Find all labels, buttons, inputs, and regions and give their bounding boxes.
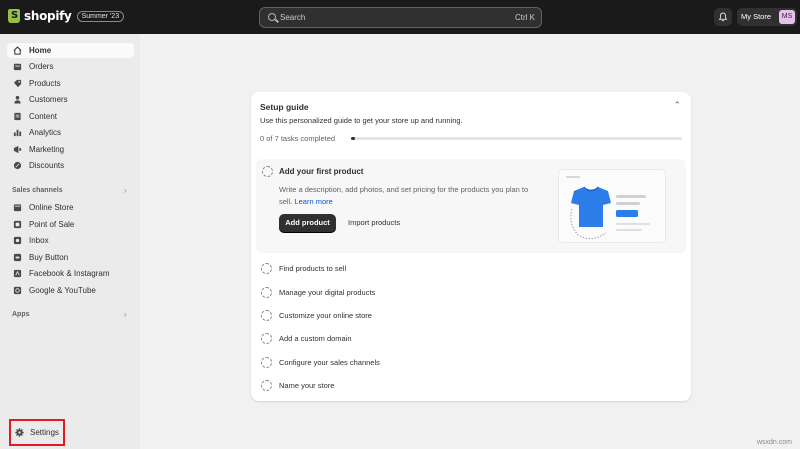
inbox-icon bbox=[13, 236, 22, 245]
task-row[interactable]: Add a custom domain bbox=[261, 331, 352, 345]
facebook-instagram-icon bbox=[13, 269, 22, 278]
products-icon bbox=[13, 79, 22, 88]
sidebar-item-label: Point of Sale bbox=[29, 220, 75, 229]
sidebar-item-content[interactable]: Content bbox=[7, 109, 134, 124]
sidebar-item-label: Google & YouTube bbox=[29, 286, 96, 295]
task-row[interactable]: Name your store bbox=[261, 378, 334, 392]
add-product-button[interactable]: Add product bbox=[279, 214, 336, 232]
sales-channels-heading[interactable]: Sales channels bbox=[12, 187, 63, 194]
learn-more-link[interactable]: Learn more bbox=[294, 197, 332, 206]
sidebar-item-marketing[interactable]: Marketing bbox=[7, 142, 134, 157]
customers-icon bbox=[14, 95, 21, 104]
import-products-button[interactable]: Import products bbox=[348, 218, 400, 227]
chevron-right-icon[interactable]: › bbox=[124, 186, 127, 195]
home-icon bbox=[13, 46, 22, 55]
task-label: Find products to sell bbox=[279, 263, 347, 273]
chevron-right-icon[interactable]: › bbox=[124, 310, 127, 319]
card-title: Setup guide bbox=[260, 102, 309, 112]
progress-bar bbox=[351, 137, 682, 140]
card-subtitle: Use this personalized guide to get your … bbox=[260, 116, 463, 125]
notifications-button[interactable] bbox=[714, 8, 732, 26]
sidebar-item-buy-button[interactable]: Buy Button bbox=[7, 250, 134, 265]
sidebar-item-orders[interactable]: Orders bbox=[7, 59, 134, 74]
sidebar-item-label: Analytics bbox=[29, 128, 62, 137]
sidebar-item-label: Online Store bbox=[29, 203, 74, 212]
edition-badge: Summer '23 bbox=[76, 10, 125, 22]
task-label: Add a custom domain bbox=[279, 333, 352, 343]
sidebar-item-label: Home bbox=[29, 46, 52, 55]
task-checkbox[interactable] bbox=[261, 286, 272, 298]
task-label: Customize your online store bbox=[279, 310, 372, 320]
chevron-up-icon[interactable]: ⌃ bbox=[673, 100, 681, 111]
task-checkbox[interactable] bbox=[261, 379, 272, 391]
task-row[interactable]: Manage your digital products bbox=[261, 285, 375, 299]
sidebar-item-customers[interactable]: Customers bbox=[7, 92, 134, 107]
sidebar-item-label: Discounts bbox=[29, 161, 65, 170]
task-description: Write a description, add photos, and set… bbox=[279, 184, 539, 208]
search-shortcut: Ctrl K bbox=[515, 13, 535, 22]
bell-icon bbox=[718, 12, 728, 22]
gear-icon bbox=[15, 428, 24, 437]
task-label: Name your store bbox=[279, 380, 335, 390]
task-checkbox[interactable] bbox=[261, 262, 272, 274]
task-checkbox[interactable] bbox=[261, 309, 272, 321]
task-row[interactable]: Customize your online store bbox=[261, 308, 372, 322]
task-label: Manage your digital products bbox=[279, 287, 376, 297]
product-illustration bbox=[558, 169, 666, 243]
task-checkbox[interactable] bbox=[261, 332, 272, 344]
sidebar-item-label: Facebook & Instagram bbox=[29, 269, 110, 278]
sidebar-item-discounts[interactable]: Discounts bbox=[7, 158, 134, 173]
progress-fill bbox=[351, 137, 355, 140]
sidebar-item-analytics[interactable]: Analytics bbox=[7, 125, 134, 140]
online-store-icon bbox=[13, 204, 22, 212]
sidebar-item-label: Marketing bbox=[29, 145, 65, 154]
watermark: wsxdn.com bbox=[756, 439, 792, 446]
shopify-logo[interactable]: shopify Summer '23 bbox=[8, 9, 125, 23]
search-placeholder: Search bbox=[280, 13, 306, 22]
task-checkbox[interactable] bbox=[262, 166, 273, 177]
marketing-icon bbox=[13, 145, 22, 154]
sidebar-item-online-store[interactable]: Online Store bbox=[7, 200, 134, 215]
apps-heading[interactable]: Apps bbox=[12, 311, 30, 318]
sidebar-item-home[interactable]: Home bbox=[7, 43, 134, 58]
sidebar-item-label: Customers bbox=[29, 95, 68, 104]
sidebar-item-label: Orders bbox=[29, 62, 54, 71]
brand-name: shopify bbox=[24, 9, 72, 23]
search-input[interactable]: Search Ctrl K bbox=[259, 7, 542, 28]
sidebar-item-point-of-sale[interactable]: Point of Sale bbox=[7, 217, 134, 232]
task-add-first-product: Add your first product Write a descripti… bbox=[256, 159, 686, 253]
task-row[interactable]: Configure your sales channels bbox=[261, 355, 380, 369]
google-youtube-icon bbox=[13, 286, 22, 295]
setup-guide-card: Setup guide ⌃ Use this personalized guid… bbox=[251, 92, 691, 401]
analytics-icon bbox=[13, 129, 22, 137]
orders-icon bbox=[13, 63, 22, 71]
avatar: MS bbox=[779, 10, 795, 24]
buy-button-icon bbox=[13, 253, 22, 262]
task-checkbox[interactable] bbox=[261, 356, 272, 368]
sidebar-item-inbox[interactable]: Inbox bbox=[7, 233, 134, 248]
discounts-icon bbox=[13, 161, 22, 170]
content-icon bbox=[14, 112, 21, 121]
sidebar-item-label: Buy Button bbox=[29, 253, 69, 262]
store-name: My Store bbox=[741, 12, 772, 21]
sidebar-item-label: Products bbox=[29, 79, 61, 88]
sidebar-item-settings[interactable]: Settings bbox=[9, 419, 65, 446]
top-bar: shopify Summer '23 Search Ctrl K My Stor… bbox=[0, 0, 800, 34]
progress-text: 0 of 7 tasks completed bbox=[260, 134, 336, 143]
sidebar-item-label: Content bbox=[29, 112, 58, 121]
task-title[interactable]: Add your first product bbox=[279, 167, 363, 176]
search-icon bbox=[268, 13, 276, 21]
point-of-sale-icon bbox=[13, 220, 22, 229]
sidebar-item-google-youtube[interactable]: Google & YouTube bbox=[7, 283, 134, 298]
store-menu-button[interactable]: My Store MS bbox=[737, 8, 797, 26]
sidebar-item-label: Inbox bbox=[29, 236, 49, 245]
sidebar-item-facebook-instagram[interactable]: Facebook & Instagram bbox=[7, 266, 134, 281]
settings-label: Settings bbox=[30, 428, 59, 437]
shopify-bag-icon bbox=[8, 9, 20, 23]
sidebar: Home Orders Products Customers Content A… bbox=[0, 34, 140, 449]
task-label: Configure your sales channels bbox=[279, 357, 380, 367]
task-row[interactable]: Find products to sell bbox=[261, 261, 346, 275]
sidebar-item-products[interactable]: Products bbox=[7, 76, 134, 91]
